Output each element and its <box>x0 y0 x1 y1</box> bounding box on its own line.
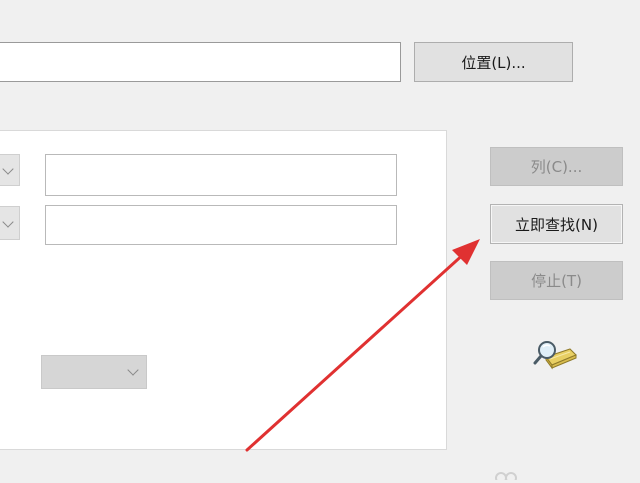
chevron-down-icon <box>127 364 139 376</box>
chevron-down-icon <box>2 216 14 228</box>
find-now-button[interactable]: 立即查找(N) <box>490 204 623 244</box>
stop-label: 停止(T) <box>531 272 582 290</box>
columns-button[interactable]: 列(C)... <box>490 147 623 186</box>
partial-icon <box>492 466 522 483</box>
columns-label: 列(C)... <box>530 158 583 176</box>
criteria-panel <box>0 130 447 450</box>
field-selector-combo-1[interactable] <box>0 154 20 186</box>
chevron-down-icon <box>2 163 14 175</box>
location-path-field[interactable] <box>0 42 401 82</box>
condition-dropdown[interactable] <box>41 355 147 389</box>
magnifier-over-book-icon <box>530 335 580 375</box>
stop-button[interactable]: 停止(T) <box>490 261 623 300</box>
find-now-label: 立即查找(N) <box>515 215 598 234</box>
browse-location-button[interactable]: 位置(L)... <box>414 42 573 82</box>
criteria-value-input-1[interactable] <box>45 154 397 196</box>
browse-location-label: 位置(L)... <box>461 53 526 72</box>
field-selector-combo-2[interactable] <box>0 206 20 240</box>
criteria-value-input-2[interactable] <box>45 205 397 245</box>
